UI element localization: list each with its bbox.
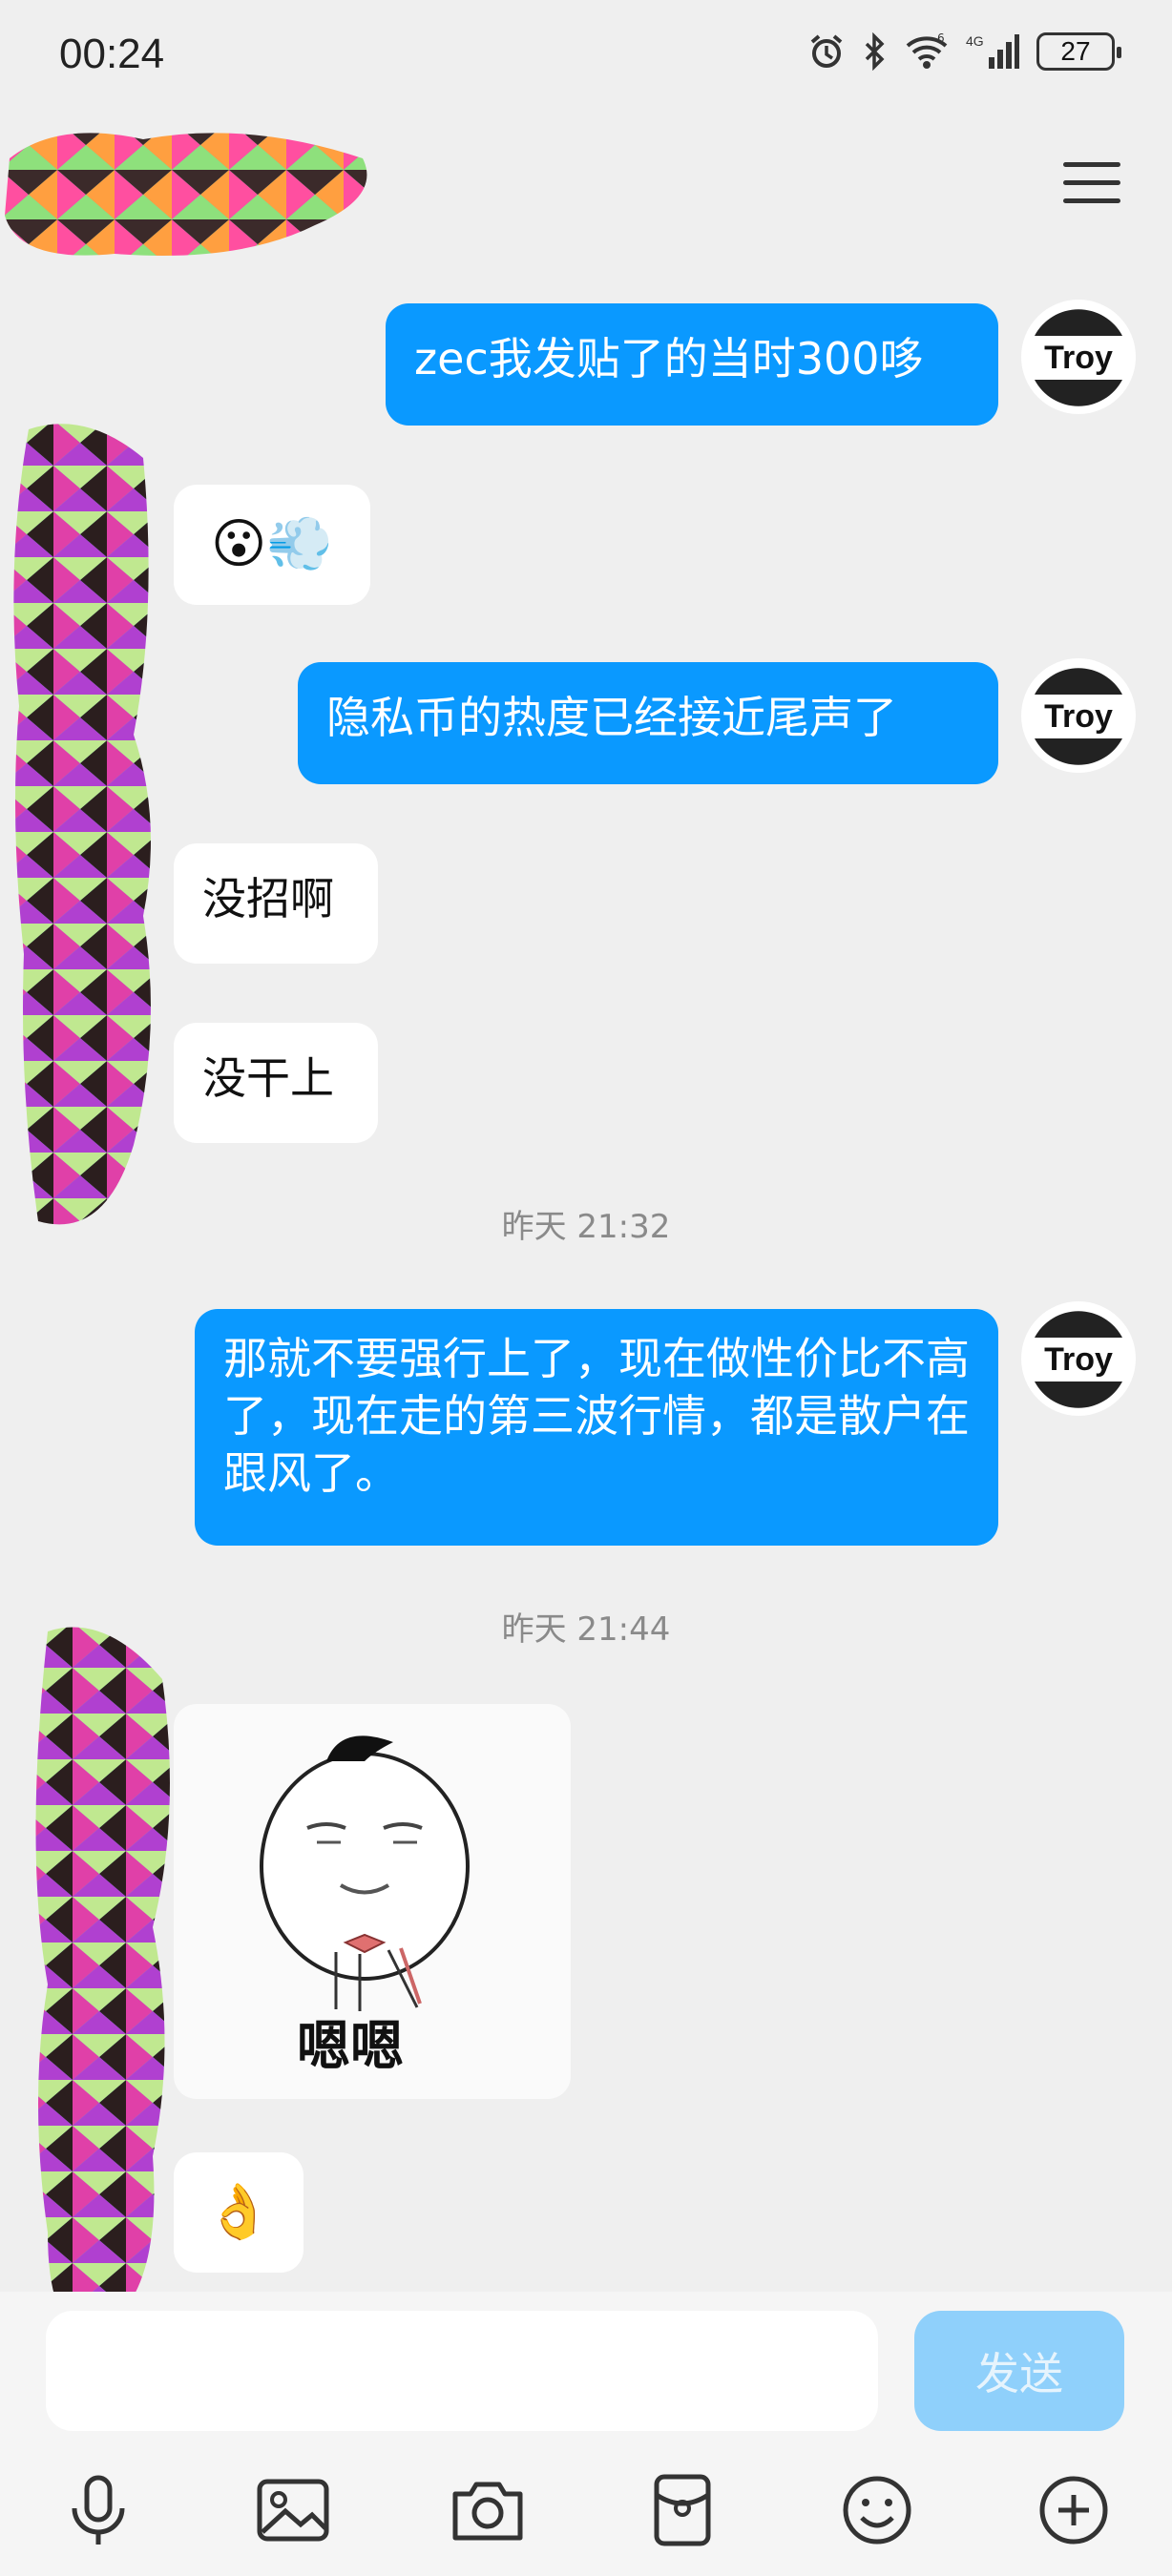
message-bubble-incoming[interactable]: 没招啊	[174, 843, 378, 964]
image-icon[interactable]	[250, 2467, 336, 2553]
message-bubble-outgoing[interactable]: zec我发贴了的当时300哆	[386, 303, 998, 426]
avatar[interactable]: Troy	[1021, 1301, 1136, 1416]
message-text: 隐私币的热度已经接近尾声了	[326, 692, 897, 743]
menu-button[interactable]	[1063, 162, 1120, 208]
message-text: 没招啊	[202, 873, 334, 924]
sticker-image: 嗯嗯	[260, 1735, 470, 2078]
contact-avatar-redaction-2	[35, 1627, 170, 2331]
camera-icon[interactable]	[445, 2467, 531, 2553]
status-time: 00:24	[59, 31, 165, 77]
message-bubble-incoming[interactable]: 😮💨	[174, 485, 370, 605]
avatar-label: Troy	[1044, 698, 1113, 735]
avatar-label: Troy	[1044, 340, 1113, 376]
battery-icon: 27	[1036, 32, 1121, 71]
chat-header	[0, 114, 1172, 267]
avatar[interactable]: Troy	[1021, 658, 1136, 773]
contact-name-redaction	[5, 133, 367, 256]
send-button[interactable]: 发送	[914, 2311, 1124, 2431]
network-label: 4G	[966, 33, 984, 49]
message-bubble-incoming[interactable]: 👌	[174, 2152, 303, 2273]
sticker-caption: 嗯嗯	[297, 2016, 404, 2078]
message-bubble-outgoing[interactable]: 隐私币的热度已经接近尾声了	[298, 662, 998, 784]
contact-avatar-redaction-1	[13, 424, 151, 1225]
message-text: zec我发贴了的当时300哆	[414, 333, 924, 384]
message-text: 👌	[205, 2181, 272, 2243]
timestamp: 昨天 21:32	[501, 1208, 671, 1246]
message-bubble-outgoing[interactable]: 那就不要强行上了，现在做性价比不高了，现在走的第三波行情，都是散户在跟风了。	[195, 1309, 998, 1546]
message-bubble-incoming[interactable]: 没干上	[174, 1023, 378, 1143]
alarm-icon	[810, 34, 843, 68]
wifi-icon: 6	[906, 32, 948, 69]
message-text: 那就不要强行上了，现在做性价比不高了，现在走的第三波行情，都是散户在跟风了。	[223, 1333, 970, 1499]
composer: 发送	[0, 2292, 1172, 2576]
message-input[interactable]	[46, 2311, 878, 2431]
signal-icon: 4G	[966, 33, 1019, 69]
plus-icon[interactable]	[1031, 2467, 1117, 2553]
send-button-label: 发送	[975, 2348, 1063, 2399]
composer-toolbar	[0, 2467, 1172, 2563]
red-packet-icon[interactable]	[639, 2467, 725, 2553]
avatar[interactable]: Troy	[1021, 300, 1136, 414]
avatar-label: Troy	[1044, 1341, 1113, 1378]
message-text: 没干上	[202, 1052, 334, 1104]
timestamp: 昨天 21:44	[501, 1610, 671, 1649]
battery-level: 27	[1060, 36, 1091, 66]
status-bar: 00:24 6 4G 27	[0, 0, 1172, 114]
svg-text:6: 6	[937, 32, 945, 45]
message-text: 😮💨	[210, 513, 334, 575]
microphone-icon[interactable]	[55, 2467, 141, 2553]
bluetooth-icon	[865, 32, 885, 71]
emoji-icon[interactable]	[834, 2467, 920, 2553]
sticker-message[interactable]: 嗯嗯	[174, 1704, 571, 2099]
status-icons: 6 4G 27	[807, 32, 1121, 71]
